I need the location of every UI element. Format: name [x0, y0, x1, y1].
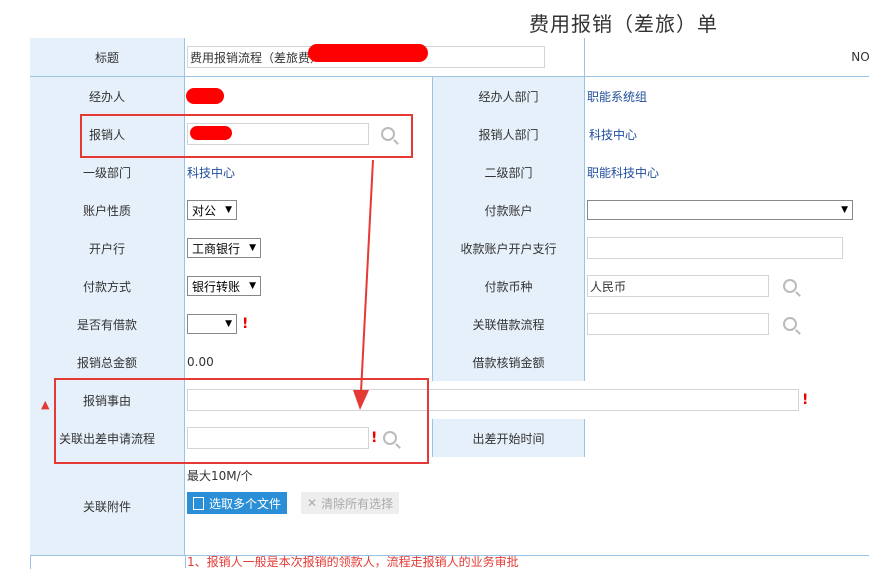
annotation-arrow [353, 159, 374, 410]
